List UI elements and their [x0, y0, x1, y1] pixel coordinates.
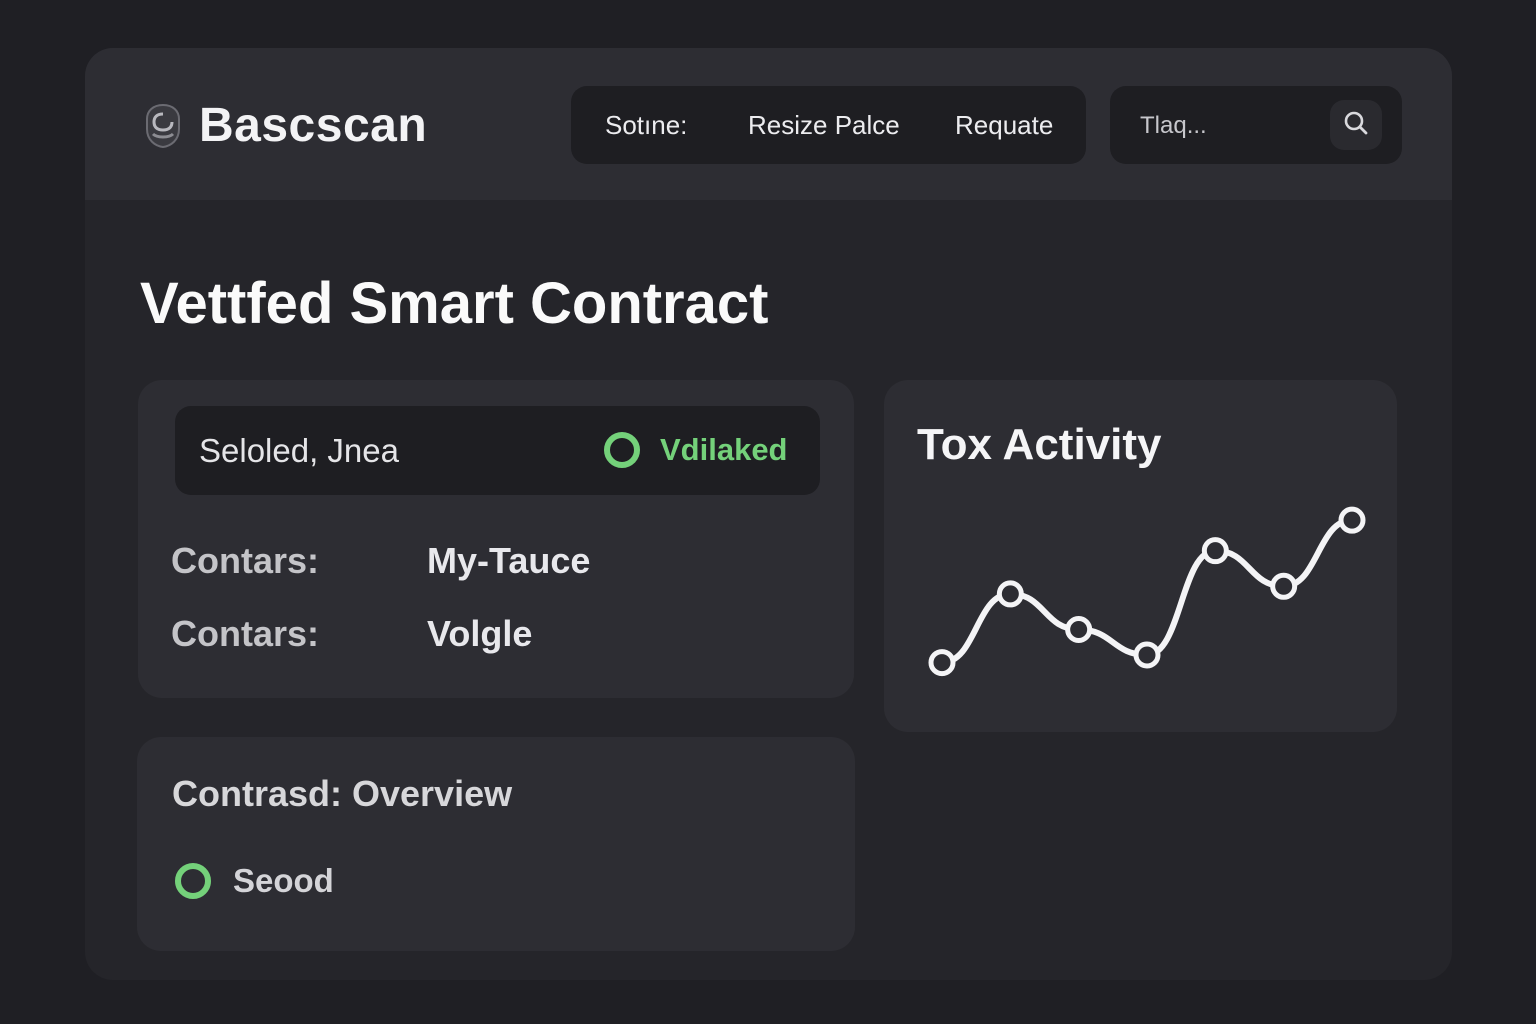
activity-line-chart	[928, 506, 1366, 677]
activity-point-1	[928, 649, 956, 677]
overview-status: Seood	[173, 861, 334, 901]
activity-card: Tox Activity	[884, 380, 1397, 732]
contract-overview-card: Contrasd: Overview Seood	[137, 737, 855, 951]
verification-status-row: Seloled, Jnea Vdilaked	[175, 406, 820, 495]
verified-label: Vdilaked	[660, 432, 788, 467]
activity-point-4	[1133, 641, 1161, 669]
header: Bascscan Sotıne: Resize Palce Requate	[85, 48, 1452, 200]
verified-badge: Vdilaked	[602, 430, 788, 470]
activity-point-7	[1338, 506, 1366, 534]
detail-label-contract-compiler: Contars:	[171, 613, 320, 654]
detail-value-contract-compiler: Volgle	[427, 613, 533, 654]
search-input[interactable]	[1138, 108, 1322, 144]
search-box	[1110, 86, 1402, 164]
top-nav: Sotıne: Resize Palce Requate	[571, 86, 1086, 164]
page-title: Vettfed Smart Contract	[140, 271, 769, 336]
app-window: Bascscan Sotıne: Resize Palce Requate Ve…	[85, 48, 1452, 980]
contract-details-card: Seloled, Jnea Vdilaked Contars: My-Tauce…	[138, 380, 854, 698]
search-icon	[1341, 108, 1371, 143]
brand-logo-icon	[143, 102, 183, 150]
activity-point-6	[1270, 572, 1298, 600]
nav-item-sotine[interactable]: Sotıne:	[605, 110, 687, 141]
nav-item-resize-palce[interactable]: Resize Palce	[748, 110, 900, 141]
nav-item-requate[interactable]: Requate	[955, 110, 1053, 141]
brand-name: Bascscan	[199, 99, 428, 152]
status-circle-icon	[173, 861, 213, 901]
activity-point-3	[1065, 616, 1093, 644]
activity-point-5	[1201, 537, 1229, 565]
activity-title: Tox Activity	[917, 420, 1162, 469]
brand[interactable]: Bascscan	[143, 98, 427, 153]
overview-status-label: Seood	[233, 862, 334, 899]
check-circle-icon	[602, 430, 642, 470]
activity-point-2	[996, 580, 1024, 608]
search-button[interactable]	[1330, 100, 1382, 150]
detail-label-contract-name: Contars:	[171, 540, 320, 581]
detail-value-contract-name: My-Tauce	[427, 540, 591, 581]
status-label: Seloled, Jnea	[199, 432, 399, 469]
overview-title: Contrasd: Overview	[172, 773, 513, 814]
